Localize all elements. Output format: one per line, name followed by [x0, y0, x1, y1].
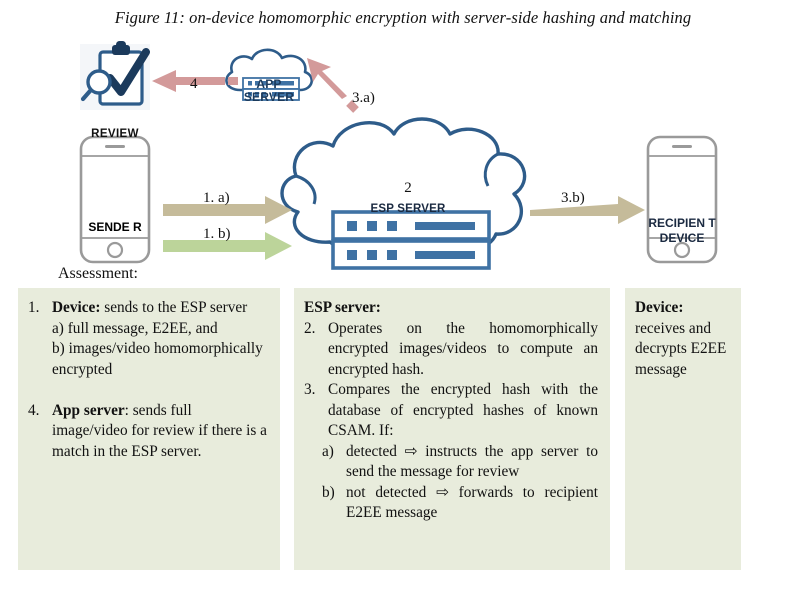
list-marker: 1. [28, 299, 40, 316]
arrow-label-1b: 1. b) [203, 226, 231, 242]
recipient-device-box: Device: receives and decrypts E2EE messa… [625, 288, 741, 570]
list-item: 1. Device: sends to the ESP server a) fu… [28, 298, 268, 380]
list-marker: a) [322, 442, 334, 460]
list-subitem: a) detected ⇨ instructs the app server t… [322, 442, 598, 483]
arrow-esp-to-recipient [530, 196, 645, 224]
review-icon-label: REVIEW [91, 128, 139, 140]
esp-server-rack-icon [331, 210, 491, 270]
assessment-label: Assessment: [58, 265, 138, 282]
esp-server-label: ESP SERVER [370, 203, 446, 215]
list-item: 4. App server: sends full image/video fo… [28, 401, 268, 463]
list-item-lead: App server [52, 401, 125, 419]
arrow-label-4: 4 [190, 76, 198, 92]
list-subline: b) images/video homomorphically encrypte… [52, 340, 263, 378]
arrow-esp-to-app-server [307, 58, 359, 113]
list-subitem: b) not detected ⇨ forwards to recipient … [322, 483, 598, 524]
box-text: receives and decrypts E2EE message [635, 319, 727, 378]
list-marker: 3. [304, 381, 316, 398]
box-header: ESP server: [304, 299, 381, 316]
list-item-text: sends to the ESP server [100, 299, 248, 316]
list-subitem-text: not detected ⇨ forwards to recipient E2E… [346, 483, 598, 522]
esp-server-number: 2 [404, 180, 412, 196]
list-marker: b) [322, 483, 335, 501]
list-marker: 2. [304, 319, 316, 337]
arrow-label-3b: 3.b) [561, 190, 585, 206]
description-boxes: 1. Device: sends to the ESP server a) fu… [0, 288, 806, 573]
arrow-label-1a: 1. a) [203, 190, 230, 206]
list-item-text: Operates on the homomorphically encrypte… [328, 319, 598, 378]
list-subline: a) full message, E2EE, and [52, 319, 218, 337]
sender-device-label: SENDE R [88, 220, 142, 234]
device-steps-box: 1. Device: sends to the ESP server a) fu… [18, 288, 280, 570]
arrow-label-3a: 3.a) [352, 90, 375, 106]
diagram-area: REVIEW APP SERVER 2 ESP SERVER SENDE R R… [0, 30, 806, 280]
recipient-device-label: RECIPIEN T DEVICE [648, 216, 716, 245]
esp-server-steps-box: ESP server: 2. Operates on the homomorph… [294, 288, 610, 570]
figure-canvas: Figure 11: on-device homomorphic encrypt… [0, 0, 806, 598]
list-subitem-text: detected ⇨ instructs the app server to s… [346, 442, 598, 481]
review-icon [80, 41, 150, 110]
list-item-lead: Device: [52, 299, 101, 316]
list-item: 3. Compares the encrypted hash with the … [304, 380, 598, 442]
box-header: Device: [635, 299, 684, 316]
figure-title: Figure 11: on-device homomorphic encrypt… [114, 8, 692, 27]
list-item: 2. Operates on the homomorphically encry… [304, 319, 598, 381]
app-server-label: APP SERVER [243, 77, 295, 104]
list-item-text: Compares the encrypted hash with the dat… [328, 381, 598, 439]
list-marker: 4. [28, 401, 40, 419]
sender-phone-icon [79, 135, 151, 264]
